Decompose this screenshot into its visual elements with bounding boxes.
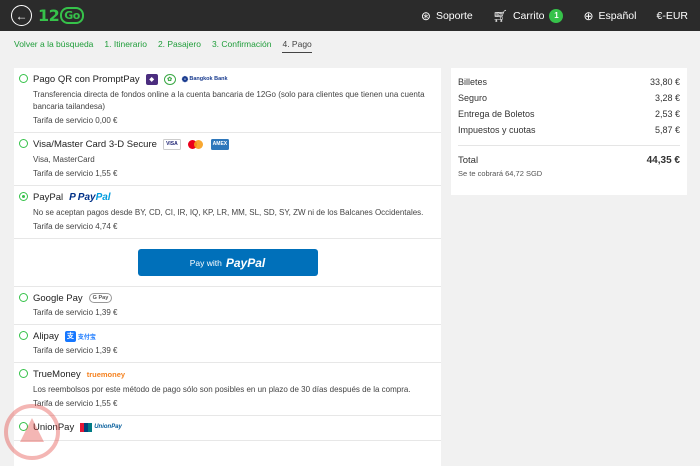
currency-label: €-EUR xyxy=(656,9,688,22)
tickets-label: Billetes xyxy=(458,77,488,87)
support-label: Soporte xyxy=(435,9,473,22)
cart-label: Carrito xyxy=(512,9,545,22)
delivery-value: 2,53 € xyxy=(654,109,680,119)
paypal-fee: Tarifa de servicio 4,74 € xyxy=(33,222,118,231)
language-label: Español xyxy=(598,9,637,22)
charged-note: Se te cobrará 64,72 SGD xyxy=(458,169,543,178)
truemoney-logo: truemoney xyxy=(86,369,126,379)
breadcrumb-back-to-search[interactable]: Volver a la búsqueda xyxy=(14,39,93,49)
amex-logo: AMEX xyxy=(210,138,229,150)
insurance-label: Seguro xyxy=(458,93,488,103)
delivery-label: Entrega de Boletos xyxy=(458,109,535,119)
order-summary: Billetes 33,80 € Seguro 3,28 € Entrega d… xyxy=(451,68,687,195)
visa-mastercard-fee: Tarifa de servicio 1,55 € xyxy=(33,169,118,178)
truemoney-radio[interactable] xyxy=(19,369,28,378)
paypal-logo: P PayPal xyxy=(69,192,110,203)
breadcrumb-itinerary[interactable]: 1. Itinerario xyxy=(104,39,147,49)
paypal-logo-pal: Pal xyxy=(95,191,111,203)
unionpay-logo-text: UnionPay xyxy=(94,424,122,430)
kasikorn-bank-icon: ✿ xyxy=(163,73,176,85)
alipay-logo: 支 支付宝 xyxy=(64,330,96,342)
alipay-icon: 支 xyxy=(64,330,76,342)
cart-count-badge: 1 xyxy=(549,8,564,23)
alipay-title: Alipay xyxy=(33,330,59,342)
language-selector[interactable]: ⊕ Español xyxy=(583,10,636,22)
summary-total: Total 44,35 € xyxy=(458,152,680,168)
paypal-logo-pay: Pay xyxy=(77,191,96,203)
method-promptpay[interactable]: Pago QR con PromptPay ◆ ✿ ❁ Bangkok Bank … xyxy=(14,68,441,133)
visa-logo: VISA xyxy=(162,138,181,150)
pay-with-paypal-button[interactable]: Pay with PayPal xyxy=(137,249,318,276)
cart-icon: 🛒︎ xyxy=(492,8,508,23)
payment-methods-panel: Pago QR con PromptPay ◆ ✿ ❁ Bangkok Bank … xyxy=(14,68,441,466)
summary-row-delivery: Entrega de Boletos 2,53 € xyxy=(458,106,680,122)
paypal-description: No se aceptan pagos desde BY, CD, CI, IR… xyxy=(33,208,424,217)
promptpay-description: Transferencia directa de fondos online a… xyxy=(33,90,425,111)
method-unionpay[interactable]: UnionPay UnionPay xyxy=(14,416,441,441)
summary-row-insurance: Seguro 3,28 € xyxy=(458,90,680,106)
method-alipay[interactable]: Alipay 支 支付宝 Tarifa de servicio 1,39 € xyxy=(14,325,441,363)
paypal-title: PayPal xyxy=(33,191,64,203)
logo-main: 12 xyxy=(38,6,60,25)
alipay-logo-text: 支付宝 xyxy=(77,334,96,341)
mastercard-logo-icon xyxy=(187,139,205,150)
breadcrumb-passenger[interactable]: 2. Pasajero xyxy=(158,39,201,49)
globe-icon: ⊕ xyxy=(583,8,594,23)
truemoney-title: TrueMoney xyxy=(33,368,81,380)
total-value: 44,35 € xyxy=(646,154,680,166)
breadcrumb: Volver a la búsqueda 1. Itinerario 2. Pa… xyxy=(14,31,312,57)
summary-row-taxes: Impuestos y cuotas 5,87 € xyxy=(458,122,680,138)
visa-mastercard-radio[interactable] xyxy=(19,139,28,148)
lifebuoy-icon: ⊛ xyxy=(420,8,431,23)
total-label: Total xyxy=(458,154,479,166)
truemoney-fee: Tarifa de servicio 1,55 € xyxy=(33,399,118,408)
paypal-p-icon: P xyxy=(69,191,76,203)
paypal-button-brand: PayPal xyxy=(225,255,266,270)
breadcrumb-payment: 4. Pago xyxy=(282,39,312,53)
taxes-value: 5,87 € xyxy=(654,125,680,135)
paypal-button-container: Pay with PayPal xyxy=(14,239,441,287)
taxes-label: Impuestos y cuotas xyxy=(458,125,536,135)
back-button[interactable]: ← xyxy=(11,5,32,26)
breadcrumb-confirmation[interactable]: 3. Confirmación xyxy=(212,39,272,49)
google-pay-radio[interactable] xyxy=(19,293,28,302)
promptpay-title: Pago QR con PromptPay xyxy=(33,73,140,85)
scb-bank-icon: ◆ xyxy=(145,73,158,85)
unionpay-logo: UnionPay xyxy=(80,422,122,432)
watermark-logo xyxy=(4,404,60,460)
summary-divider xyxy=(458,145,680,146)
paypal-radio[interactable] xyxy=(19,192,28,201)
method-paypal[interactable]: PayPal P PayPal No se aceptan pagos desde… xyxy=(14,186,441,239)
support-link[interactable]: ⊛ Soporte xyxy=(421,10,473,22)
truemoney-description: Los reembolsos por este método de pago s… xyxy=(33,385,411,394)
top-bar: ← 12 Go ⊛ Soporte 🛒︎ Carrito 1 ⊕ Español … xyxy=(0,0,700,31)
arrow-left-icon: ← xyxy=(15,8,28,23)
summary-row-tickets: Billetes 33,80 € xyxy=(458,74,680,90)
method-google-pay[interactable]: Google Pay G Pay Tarifa de servicio 1,39… xyxy=(14,287,441,325)
promptpay-radio[interactable] xyxy=(19,74,28,83)
logo-go: Go xyxy=(60,7,84,24)
google-pay-logo: G Pay xyxy=(88,293,113,303)
method-visa-mastercard[interactable]: Visa/Master Card 3-D Secure VISA AMEX Vi… xyxy=(14,133,441,186)
visa-mastercard-description: Visa, MasterCard xyxy=(33,155,95,164)
google-pay-fee: Tarifa de servicio 1,39 € xyxy=(33,308,118,317)
logo[interactable]: 12 Go xyxy=(38,6,84,25)
alipay-fee: Tarifa de servicio 1,39 € xyxy=(33,346,118,355)
insurance-value: 3,28 € xyxy=(654,93,680,103)
paypal-button-prefix: Pay with xyxy=(189,257,222,268)
google-pay-title: Google Pay xyxy=(33,292,83,304)
promptpay-fee: Tarifa de servicio 0,00 € xyxy=(33,116,118,125)
cart-link[interactable]: 🛒︎ Carrito 1 xyxy=(492,8,564,23)
bangkok-bank-logo: ❁ Bangkok Bank xyxy=(182,75,228,84)
top-nav: ⊛ Soporte 🛒︎ Carrito 1 ⊕ Español €-EUR xyxy=(421,0,688,31)
tickets-value: 33,80 € xyxy=(649,77,680,87)
visa-mastercard-title: Visa/Master Card 3-D Secure xyxy=(33,138,157,150)
bangkok-bank-text: Bangkok Bank xyxy=(189,76,228,82)
alipay-radio[interactable] xyxy=(19,331,28,340)
currency-selector[interactable]: €-EUR xyxy=(656,10,688,22)
unionpay-flag-icon xyxy=(80,422,93,432)
method-truemoney[interactable]: TrueMoney truemoney Los reembolsos por e… xyxy=(14,363,441,416)
bangkok-bank-icon: ❁ xyxy=(181,74,189,84)
